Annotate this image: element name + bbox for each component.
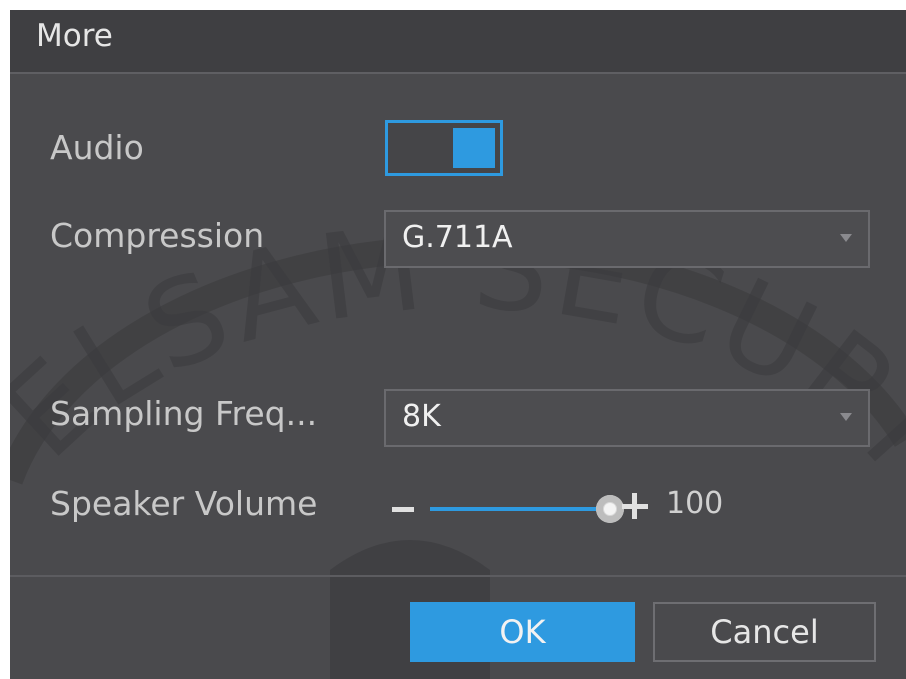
more-dialog: ELSAM SECURITY More Audio Compression G.… [10,10,906,679]
sampling-frequency-select[interactable]: 8K [384,389,870,447]
volume-decrease-icon[interactable] [392,507,414,512]
dialog-titlebar: More [10,10,906,74]
speaker-volume-label: Speaker Volume [50,484,318,523]
slider-fill [430,507,610,511]
footer-divider [10,575,906,577]
slider-handle[interactable] [596,495,624,523]
sampling-frequency-value: 8K [402,399,441,434]
compression-label: Compression [50,216,265,255]
compression-value: G.711A [402,220,513,255]
chevron-down-icon [840,413,852,421]
watermark-logo: ELSAM SECURITY [10,10,906,679]
audio-toggle-knob [453,128,495,168]
compression-select[interactable]: G.711A [384,210,870,268]
volume-increase-icon[interactable] [622,493,648,519]
chevron-down-icon [840,234,852,242]
speaker-volume-value: 100 [666,486,724,521]
dialog-title: More [36,18,113,54]
audio-toggle[interactable] [385,120,503,176]
audio-label: Audio [50,128,144,167]
speaker-volume-slider[interactable] [430,492,624,528]
ok-button[interactable]: OK [410,602,635,662]
cancel-button[interactable]: Cancel [653,602,876,662]
sampling-frequency-label: Sampling Freq... [50,394,318,433]
